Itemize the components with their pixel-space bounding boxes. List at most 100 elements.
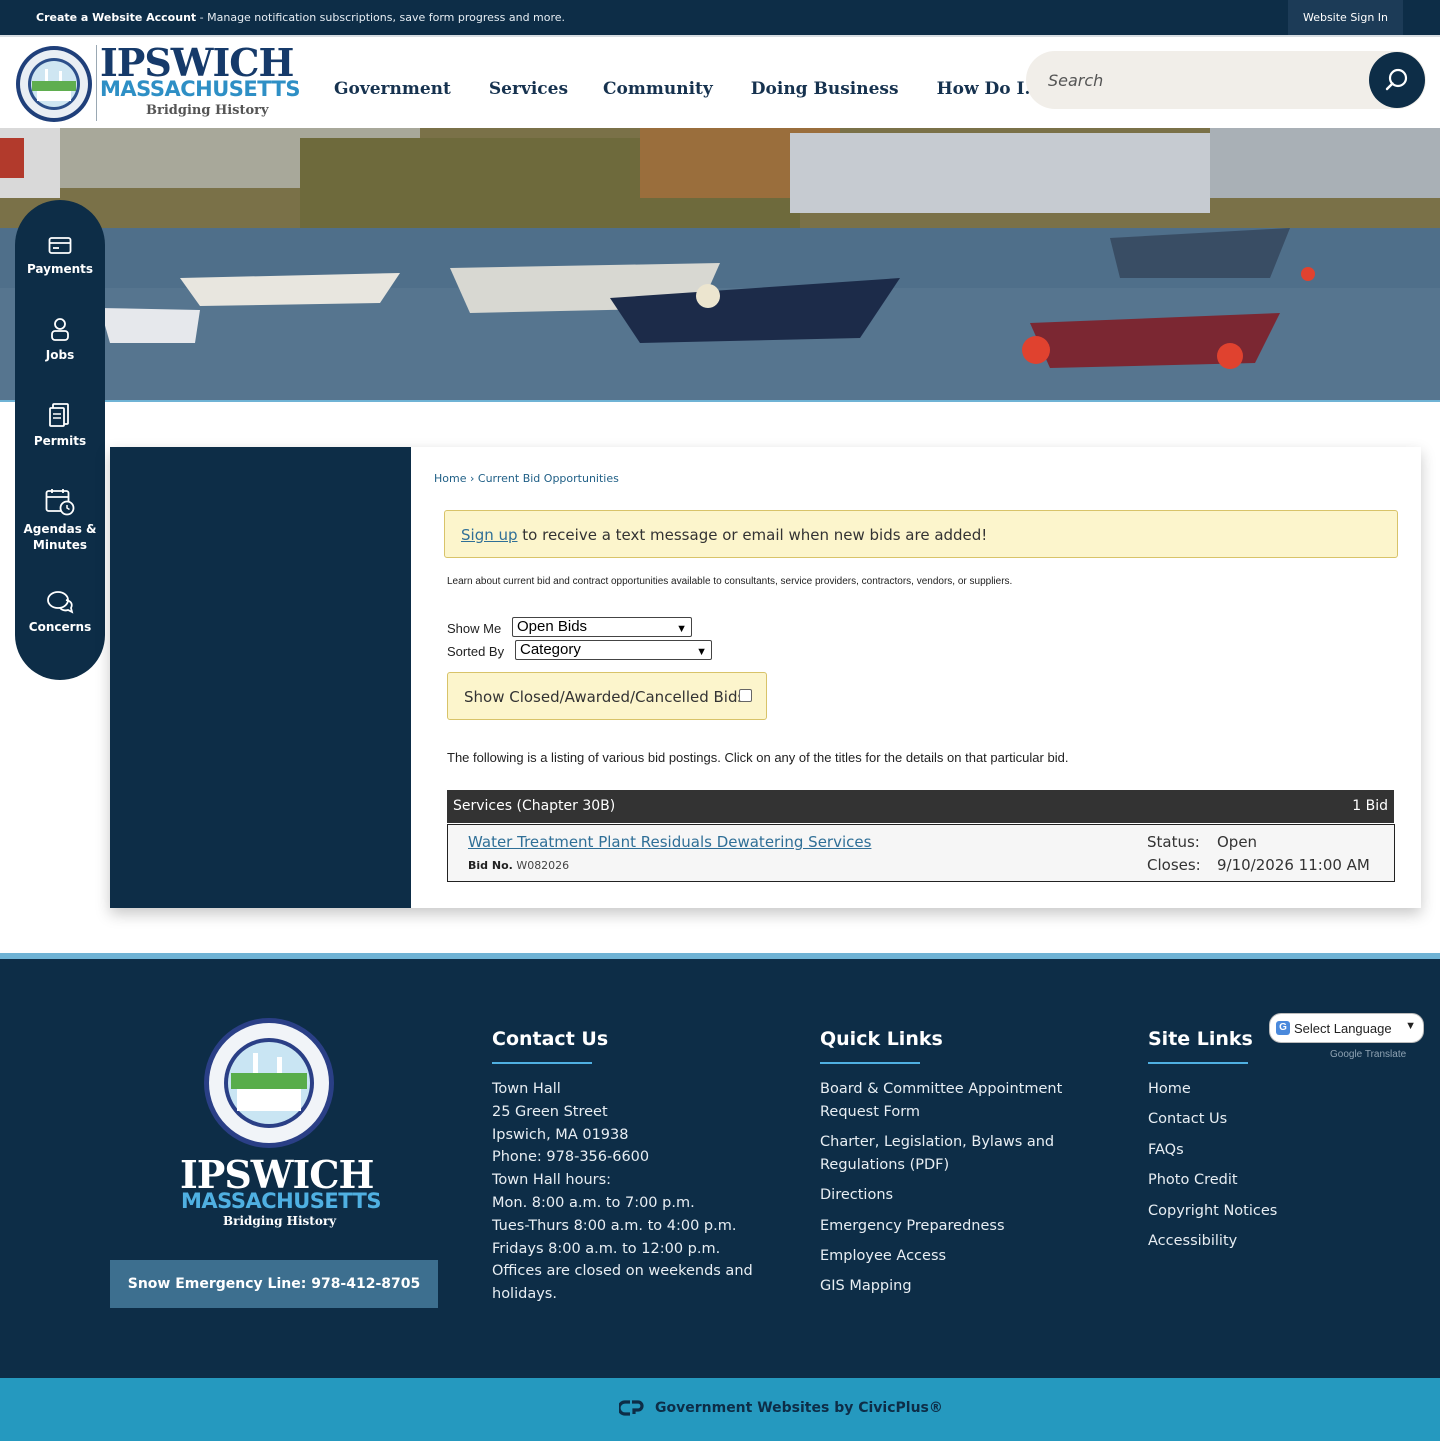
bid-status-label: Status: [1147,833,1200,851]
contact-line: 25 Green Street [492,1104,608,1120]
bid-closes-value: 9/10/2026 11:00 AM [1217,856,1370,874]
heading-underline [492,1062,592,1064]
search-icon [1385,68,1408,91]
breadcrumb-home[interactable]: Home [434,472,466,485]
signup-alert: Sign up to receive a text message or ema… [444,510,1398,558]
bid-number-label: Bid No. [468,859,513,872]
bid-number: Bid No. W082026 [468,859,569,872]
contact-line: Tues-Thurs 8:00 a.m. to 4:00 p.m. [492,1218,737,1234]
search-bar [1026,51,1426,109]
sorted-by-label: Sorted By [447,644,505,659]
bid-closes-label: Closes: [1147,856,1201,874]
town-seal-logo[interactable] [15,45,93,123]
snow-emergency-button[interactable]: Snow Emergency Line: 978-412-8705 [110,1260,438,1308]
quick-link-line: Charter, Legislation, Bylaws and [820,1134,1055,1150]
nav-doing-business[interactable]: Doing Business [751,79,899,99]
site-link-home[interactable]: Home [1148,1078,1191,1101]
search-button[interactable] [1369,52,1425,108]
civicplus-bar: Government Websites by CivicPlus® [0,1378,1440,1441]
google-label: Google [1330,1049,1363,1060]
civicplus-credit-link[interactable]: Government Websites by CivicPlus® [655,1400,943,1416]
site-link-photo-credit[interactable]: Photo Credit [1148,1169,1238,1192]
show-closed-bids-box: Show Closed/Awarded/Cancelled Bids: [447,672,767,720]
sign-up-link[interactable]: Sign up [461,526,518,544]
main-navigation: Government Services Community Doing Busi… [334,79,1080,99]
create-account-link[interactable]: Create a Website Account [36,11,196,24]
footer-town-seal[interactable] [203,1017,335,1149]
sidebar-item-label: Jobs [45,348,75,362]
logo-subtitle: MASSACHUSETTS [100,77,300,101]
account-message-text: - Manage notification subscriptions, sav… [196,11,566,24]
bid-status-value: Open [1217,833,1258,851]
bid-title-link[interactable]: Water Treatment Plant Residuals Dewateri… [468,833,871,851]
category-name: Services (Chapter 30B) [453,798,616,814]
quick-link-directions[interactable]: Directions [820,1184,893,1207]
bid-number-value: W082026 [516,859,570,872]
translate-label[interactable]: Translate [1365,1049,1406,1060]
quick-links-sidebar: Payments Jobs Permits Agendas & Minutes [15,200,105,680]
listing-intro: The following is a listing of various bi… [447,750,1069,765]
contact-us-heading: Contact Us [492,1028,609,1050]
sidebar-item-payments[interactable]: Payments [15,236,105,277]
alert-text: to receive a text message or email when … [517,526,988,544]
language-select-label: Select Language [1294,1021,1392,1036]
civicplus-logo-icon [619,1400,644,1416]
contact-line: Fridays 8:00 a.m. to 12:00 p.m. [492,1241,721,1257]
site-header: IPSWICH MASSACHUSETTS Bridging History G… [0,35,1440,128]
powered-by-google: Google Translate [1330,1049,1406,1060]
sidebar-item-label: Payments [26,262,94,276]
top-utility-bar: Create a Website Account - Manage notifi… [0,0,1440,35]
credit-card-icon [48,237,72,254]
quick-link-line: Request Form [820,1104,921,1120]
sidebar-item-concerns[interactable]: Concerns [15,590,105,635]
page-intro: Learn about current bid and contract opp… [447,576,1013,587]
nav-government[interactable]: Government [334,79,451,99]
language-select[interactable]: G Select Language ▼ [1269,1013,1424,1043]
sidebar-item-jobs[interactable]: Jobs [15,316,105,363]
quick-link-employee-access[interactable]: Employee Access [820,1245,946,1268]
contact-line: holidays. [492,1286,557,1302]
quick-link-board-committee[interactable]: Board & Committee Appointment Request Fo… [820,1078,1062,1124]
sidebar-item-agendas-minutes[interactable]: Agendas & Minutes [15,488,105,553]
site-link-contact-us[interactable]: Contact Us [1148,1108,1227,1131]
show-closed-checkbox[interactable] [739,689,752,702]
contact-line: Ipswich, MA 01938 [492,1127,629,1143]
quick-link-line: Regulations (PDF) [820,1157,950,1173]
sorted-by-select[interactable]: Category ▼ [515,640,712,660]
bid-row: Water Treatment Plant Residuals Dewateri… [447,824,1395,882]
site-link-copyright[interactable]: Copyright Notices [1148,1200,1277,1223]
sidebar-item-label: Agendas & Minutes [23,522,97,552]
chevron-down-icon: ▼ [676,623,687,635]
person-icon [51,318,69,341]
nav-community[interactable]: Community [603,79,713,99]
site-link-faqs[interactable]: FAQs [1148,1139,1184,1162]
logo-divider [96,45,97,121]
sidebar-item-permits[interactable]: Permits [15,402,105,449]
nav-services[interactable]: Services [489,79,568,99]
calendar-clock-icon [45,489,75,516]
quick-link-emergency[interactable]: Emergency Preparedness [820,1215,1005,1238]
bid-category-header: Services (Chapter 30B) 1 Bid [447,790,1394,823]
category-count: 1 Bid [1352,798,1388,814]
quick-link-gis[interactable]: GIS Mapping [820,1275,912,1298]
breadcrumb-current[interactable]: Current Bid Opportunities [478,472,619,485]
sidebar-item-label: Permits [33,434,87,448]
search-input[interactable] [1048,51,1348,109]
left-sidebar-panel [110,447,411,908]
heading-underline [820,1062,920,1064]
breadcrumb: Home › Current Bid Opportunities [434,472,619,485]
show-me-value: Open Bids [517,618,588,635]
site-link-accessibility[interactable]: Accessibility [1148,1230,1237,1253]
contact-line: Offices are closed on weekends and [492,1263,753,1279]
chat-bubbles-icon [47,591,74,614]
show-closed-label: Show Closed/Awarded/Cancelled Bids: [464,688,751,706]
sorted-by-value: Category [520,641,581,658]
show-me-select[interactable]: Open Bids ▼ [512,617,692,637]
show-me-label: Show Me [447,621,502,636]
heading-underline [1148,1062,1248,1064]
site-footer: IPSWICH MASSACHUSETTS Bridging History S… [0,959,1440,1378]
website-sign-in-button[interactable]: Website Sign In [1288,0,1403,35]
quick-link-line: Board & Committee Appointment [820,1081,1063,1097]
account-message: Create a Website Account - Manage notifi… [36,11,565,24]
quick-link-charter[interactable]: Charter, Legislation, Bylaws and Regulat… [820,1131,1054,1177]
